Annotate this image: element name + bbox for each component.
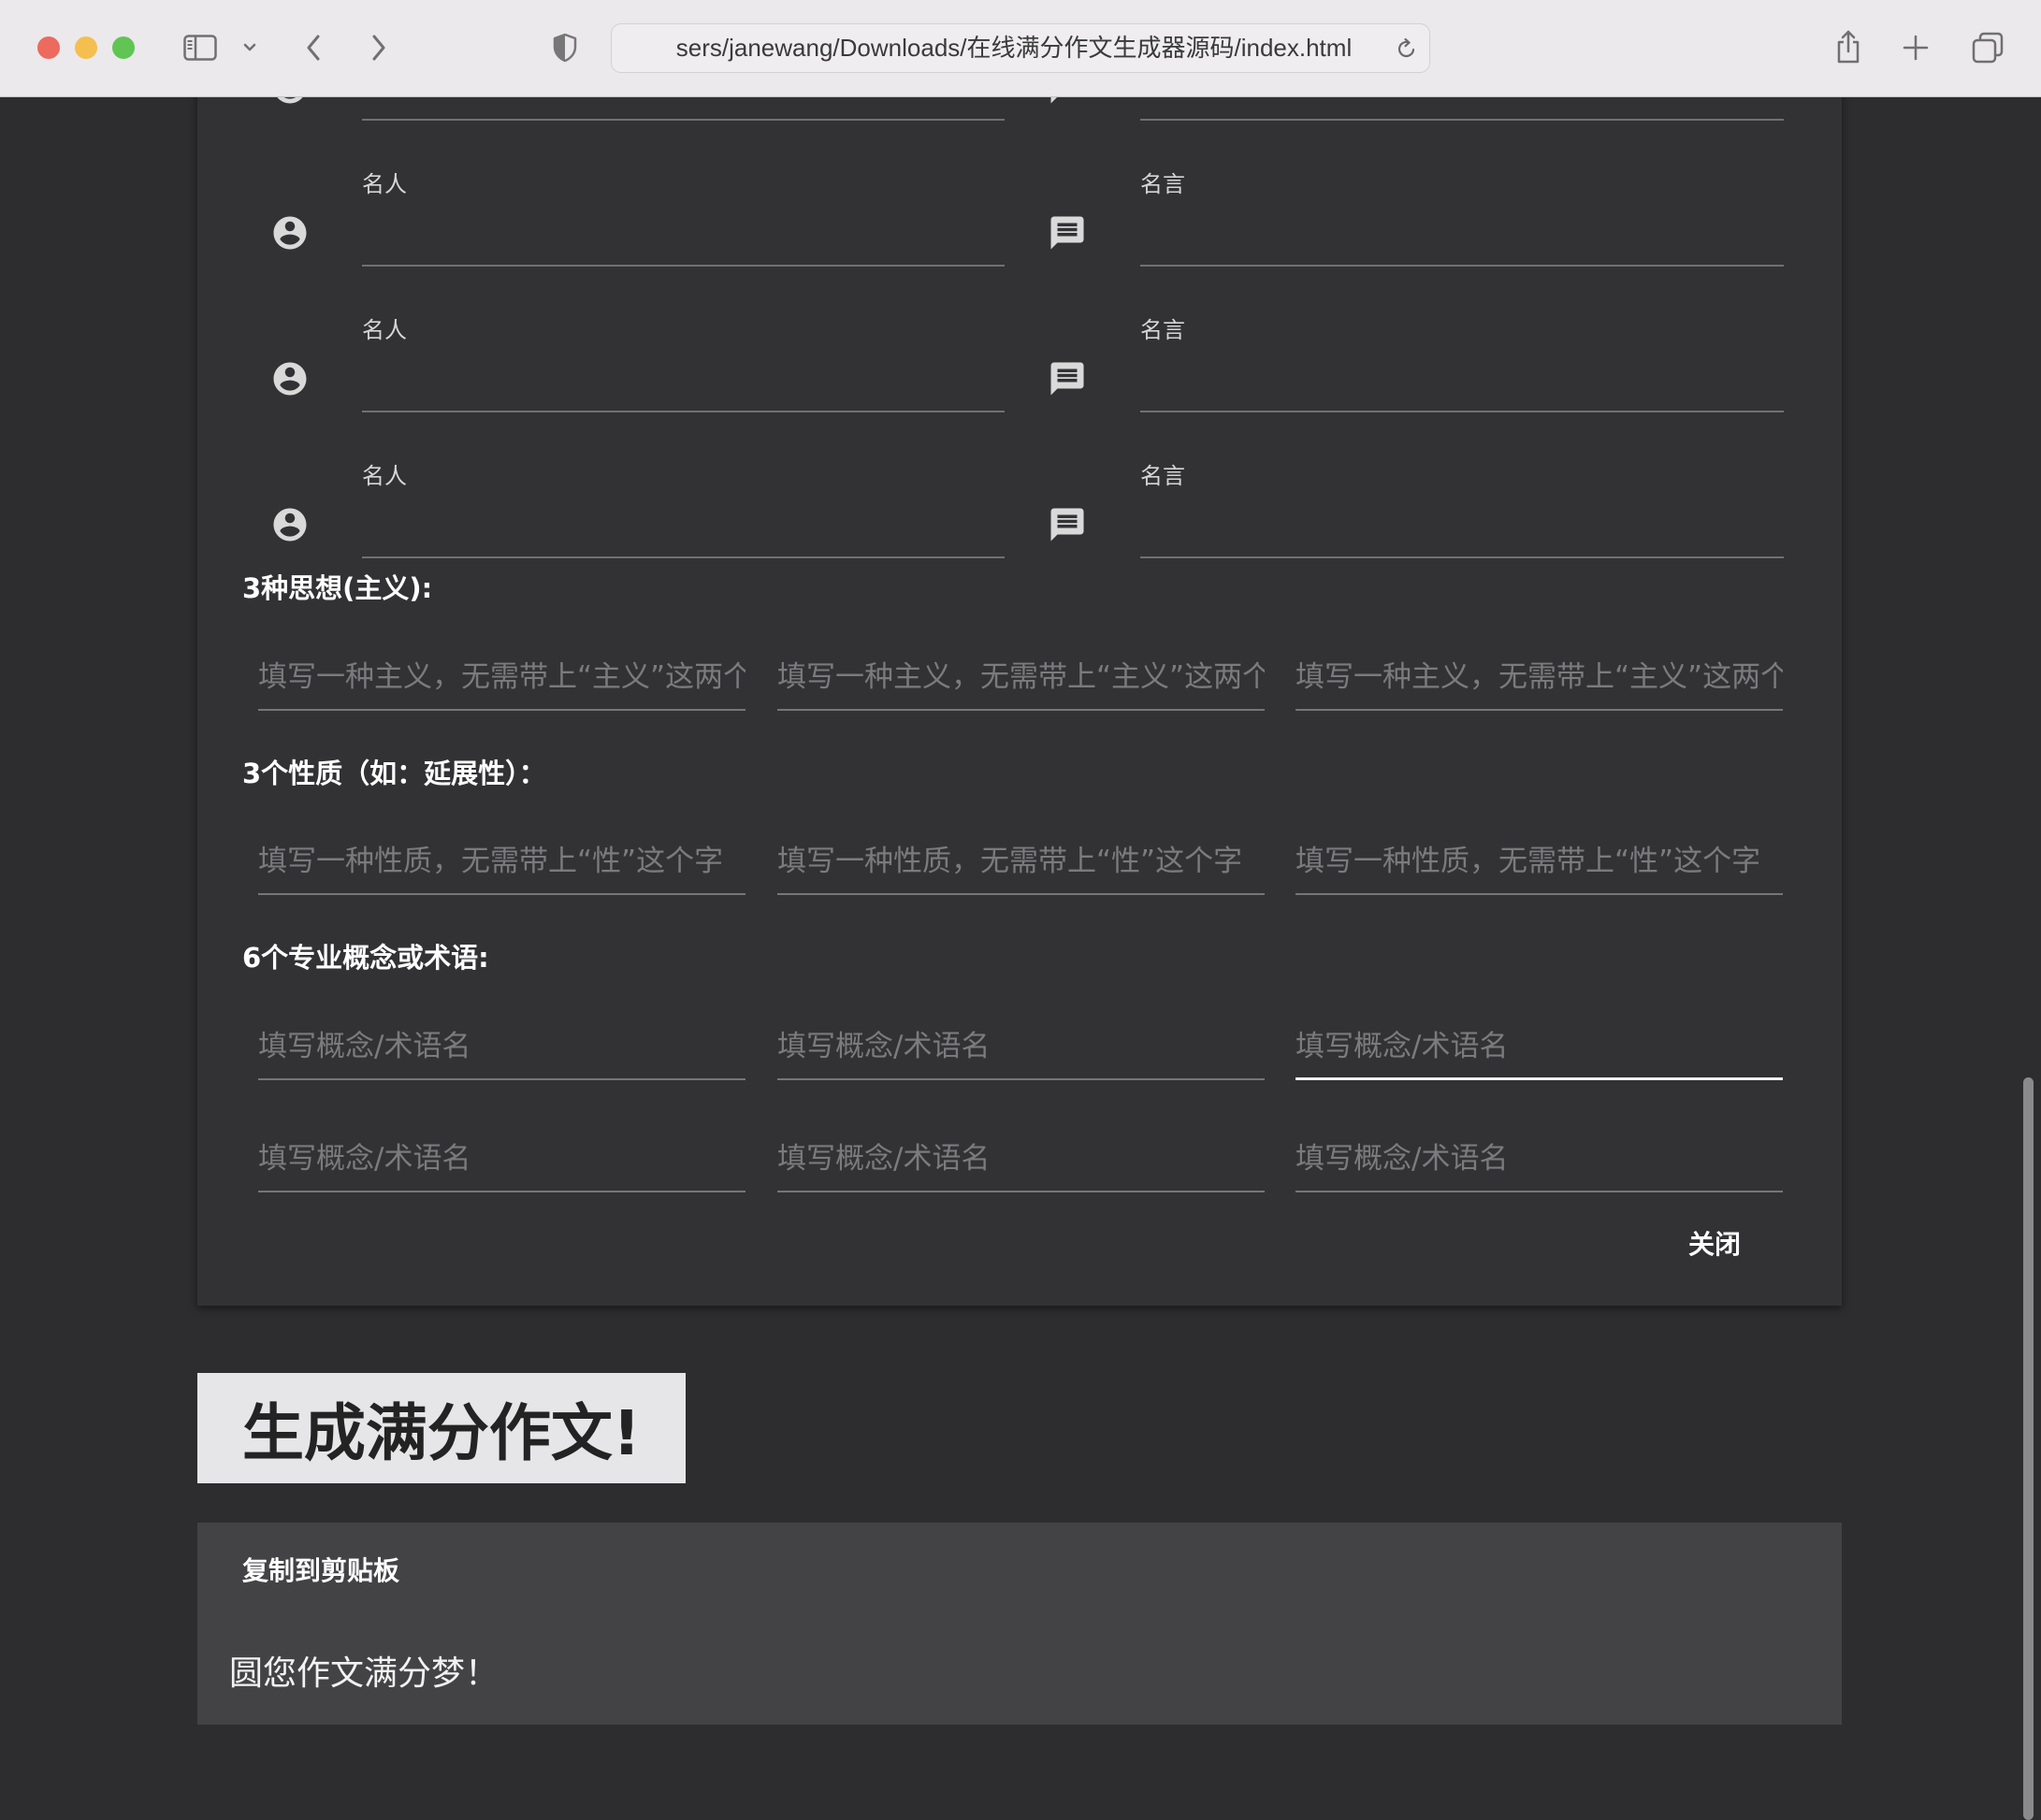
person-input[interactable] (362, 360, 1005, 412)
person-label: 名人 (362, 463, 407, 489)
ideology-input[interactable] (777, 655, 1265, 711)
share-icon[interactable] (1835, 29, 1861, 65)
address-bar[interactable]: sers/janewang/Downloads/在线满分作文生成器源码/inde… (611, 23, 1430, 73)
person-input[interactable] (362, 506, 1005, 558)
url-text[interactable]: sers/janewang/Downloads/在线满分作文生成器源码/inde… (649, 24, 1379, 72)
message-icon (1048, 359, 1087, 398)
quote-field: 名言 (1140, 455, 1784, 558)
quote-label: 名言 (1140, 317, 1185, 343)
forward-icon[interactable] (371, 35, 386, 61)
message-icon (1048, 213, 1087, 253)
shield-icon[interactable] (552, 33, 578, 63)
concept-input[interactable] (777, 1024, 1265, 1080)
ideology-input[interactable] (258, 655, 745, 711)
back-icon[interactable] (306, 35, 321, 61)
person-field: 名人 (362, 309, 1005, 412)
quote-label: 名言 (1140, 463, 1185, 489)
generated-essay-text: 圆您作文满分梦！ (229, 1654, 499, 1693)
property-input[interactable] (777, 839, 1265, 895)
concept-input[interactable] (1296, 1136, 1783, 1192)
quote-input[interactable] (1140, 360, 1784, 412)
copy-to-clipboard-button[interactable]: 复制到剪贴板 (242, 1556, 399, 1586)
browser-toolbar: sers/janewang/Downloads/在线满分作文生成器源码/inde… (0, 0, 2041, 97)
ideology-input[interactable] (1296, 655, 1783, 711)
quote-field: 名言 (1140, 163, 1784, 267)
quote-field: 名言 (1140, 309, 1784, 412)
quote-input[interactable] (1140, 214, 1784, 267)
person-label: 名人 (362, 317, 407, 343)
person-field: 名人 (362, 163, 1005, 267)
person-label: 名人 (362, 171, 407, 197)
quote-label: 名言 (1140, 171, 1185, 197)
output-panel: 复制到剪贴板 圆您作文满分梦！ (197, 1523, 1842, 1725)
account-circle-icon (270, 359, 310, 398)
window-close-button[interactable] (37, 36, 60, 59)
person-input[interactable] (362, 214, 1005, 267)
window-minimize-button[interactable] (75, 36, 97, 59)
message-icon (1048, 505, 1087, 544)
concept-input[interactable] (777, 1136, 1265, 1192)
concept-input-focused[interactable] (1296, 1024, 1783, 1080)
sidebar-icon[interactable] (183, 35, 217, 61)
account-circle-icon (270, 213, 310, 253)
property-input[interactable] (258, 839, 745, 895)
person-field: 名人 (362, 455, 1005, 558)
close-button[interactable]: 关闭 (1674, 1221, 1755, 1265)
concept-input[interactable] (258, 1024, 745, 1080)
properties-heading: 3个性质（如：延展性）： (242, 758, 546, 789)
reload-icon[interactable] (1397, 37, 1417, 60)
property-input[interactable] (1296, 839, 1783, 895)
concepts-heading: 6个专业概念或术语: (242, 942, 489, 974)
account-circle-icon (270, 505, 310, 544)
chevron-down-icon[interactable] (243, 43, 256, 52)
page-scrollbar-thumb[interactable] (2023, 1077, 2034, 1820)
new-tab-icon[interactable] (1903, 35, 1929, 61)
tab-overview-icon[interactable] (1972, 32, 2004, 64)
generate-essay-button[interactable]: 生成满分作文! (197, 1373, 686, 1483)
concept-input[interactable] (258, 1136, 745, 1192)
window-zoom-button[interactable] (112, 36, 135, 59)
quote-row: 名人 名言 (0, 455, 2041, 559)
ideologies-heading: 3种思想(主义): (242, 572, 433, 604)
quote-row: 名人 名言 (0, 163, 2041, 267)
quote-row: 名人 名言 (0, 309, 2041, 413)
quote-input[interactable] (1140, 506, 1784, 558)
